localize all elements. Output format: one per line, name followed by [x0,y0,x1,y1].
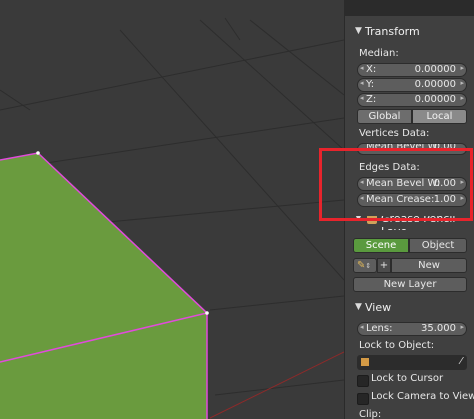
lock-camera-to-view-checkbox[interactable] [357,393,369,405]
lock-to-cursor-label: Lock to Cursor [371,373,444,384]
decrement-arrow-icon[interactable]: ◂ [360,94,364,102]
vertex[interactable] [205,311,209,315]
grid-line [119,29,345,281]
clip-label: Clip: [359,409,382,419]
grid-line [209,295,345,311]
median-y-label: Y: [366,79,375,90]
decrement-arrow-icon[interactable]: ◂ [360,64,364,72]
median-label: Median: [359,48,399,59]
blender-window: ▼ Transform Median: ◂ X: 0.00000 ▸ ◂ Y: … [0,0,474,419]
brush-selector[interactable]: ✎⇕ [353,258,377,273]
new-layer-button[interactable]: New Layer [353,277,467,292]
vertices-data-label: Vertices Data: [359,128,430,139]
collapse-arrow-icon[interactable]: ▼ [355,26,362,36]
median-x-field[interactable]: ◂ X: 0.00000 ▸ [357,63,467,77]
transform-panel-header[interactable]: ▼ Transform [345,22,474,42]
median-x-label: X: [366,64,377,75]
grid-line [0,39,345,111]
decrement-arrow-icon[interactable]: ◂ [360,323,364,331]
median-z-value: 0.00000 [414,94,456,105]
increment-arrow-icon[interactable]: ▸ [460,64,464,72]
updown-arrows-icon: ⇕ [365,262,372,270]
grid-line [249,19,345,96]
lens-label: Lens: [366,323,393,334]
global-toggle[interactable]: Global [357,109,412,124]
x-axis-line [209,351,345,419]
transform-title: Transform [365,25,420,38]
increment-arrow-icon[interactable]: ▸ [460,79,464,87]
median-y-value: 0.00000 [414,79,456,90]
eyedropper-icon[interactable]: ⁄ [460,355,462,368]
view-title: View [365,301,392,314]
lock-camera-to-view-label: Lock Camera to View [371,391,474,402]
median-x-value: 0.00000 [414,64,456,75]
increment-arrow-icon[interactable]: ▸ [460,323,464,331]
vertex[interactable] [36,151,40,155]
lens-field[interactable]: ◂ Lens: 35.000 ▸ [357,322,467,336]
median-z-label: Z: [366,94,377,105]
collapse-arrow-icon[interactable]: ▼ [355,302,362,312]
grid-line [224,17,241,41]
grid-line [214,379,345,396]
grid-line [199,19,345,151]
decrement-arrow-icon[interactable]: ◂ [360,79,364,87]
local-toggle[interactable]: Local [412,109,467,124]
add-button[interactable]: + [377,258,391,273]
median-z-field[interactable]: ◂ Z: 0.00000 ▸ [357,93,467,107]
mesh-object[interactable] [0,151,209,419]
viewport-canvas[interactable] [0,0,345,419]
lock-to-object-label: Lock to Object: [359,340,435,351]
annotation-highlight-box [319,148,473,221]
scene-toggle[interactable]: Scene [353,238,409,253]
3d-viewport[interactable] [0,0,345,419]
object-toggle[interactable]: Object [409,238,467,253]
lock-object-field[interactable]: ⁄ [357,355,467,370]
lens-value: 35.000 [421,323,456,334]
median-y-field[interactable]: ◂ Y: 0.00000 ▸ [357,78,467,92]
new-button[interactable]: New [391,258,467,273]
lock-to-cursor-checkbox[interactable] [357,375,369,387]
increment-arrow-icon[interactable]: ▸ [460,94,464,102]
view-panel-header[interactable]: ▼ View [345,298,474,318]
grid-line [0,117,345,171]
cube-icon [361,358,369,366]
